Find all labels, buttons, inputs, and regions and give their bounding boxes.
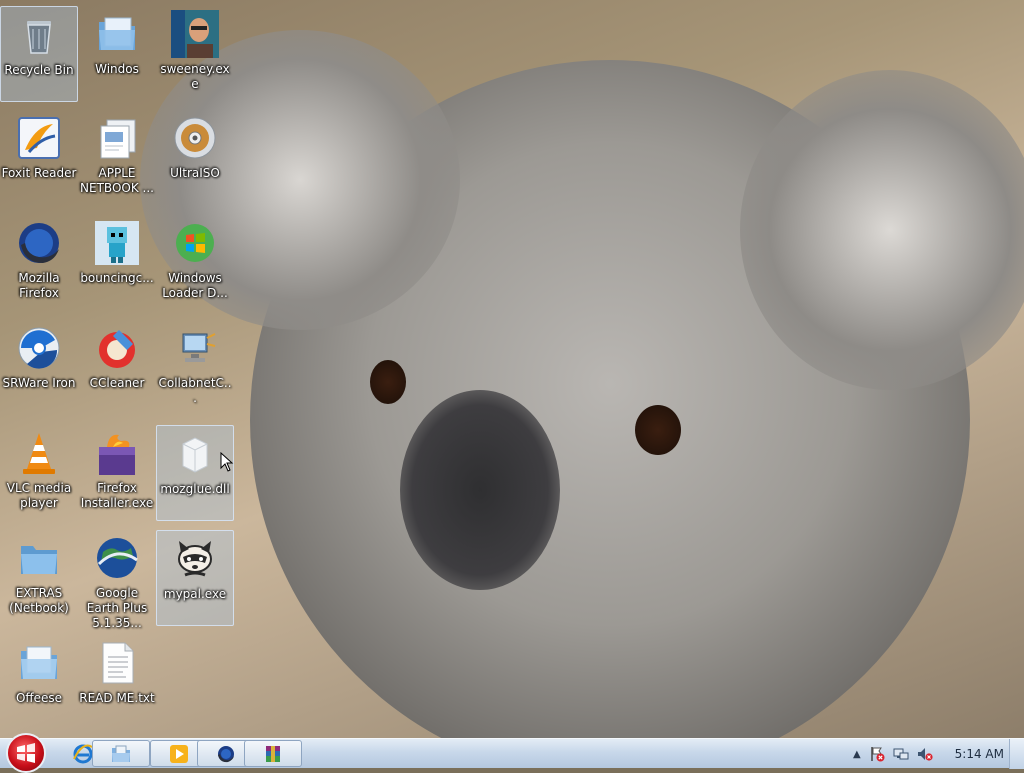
network-computer-icon xyxy=(171,324,219,372)
text-file-icon xyxy=(93,639,141,687)
desktop-icon-mozglue-dll[interactable]: mozglue.dll xyxy=(156,425,234,521)
recycle-bin-icon xyxy=(15,11,63,59)
desktop-icon-label: Offeese xyxy=(15,691,63,705)
winrar-icon xyxy=(266,745,280,762)
desktop-icon-mypal[interactable]: mypal.exe xyxy=(156,530,234,626)
desktop-icon-label: Google Earth Plus 5.1.35... xyxy=(86,586,148,630)
desktop-icon-apple-netbook[interactable]: APPLE NETBOOK ... xyxy=(78,110,156,206)
foxit-reader-icon xyxy=(15,114,63,162)
desktop-icon-label: sweeney.exe xyxy=(160,62,230,91)
desktop-icon-windows-loader[interactable]: Windows Loader D... xyxy=(156,215,234,311)
desktop-icon-label: mypal.exe xyxy=(163,587,227,601)
volume-muted-icon[interactable] xyxy=(917,746,933,762)
folder-icon xyxy=(93,10,141,58)
desktop-icon-label: mozglue.dll xyxy=(160,482,230,496)
desktop-icon-google-earth[interactable]: Google Earth Plus 5.1.35... xyxy=(78,530,156,630)
desktop-icon-extras-netbook[interactable]: EXTRAS (Netbook) xyxy=(0,530,78,626)
desktop-icon-label: APPLE NETBOOK ... xyxy=(80,166,154,195)
taskbar-explorer[interactable] xyxy=(92,740,150,767)
folder-icon xyxy=(15,534,63,582)
pixel-character-icon xyxy=(93,219,141,267)
desktop-icon-srware-iron[interactable]: SRWare Iron xyxy=(0,320,78,416)
desktop-icon-label: Windos xyxy=(95,62,139,76)
desktop-icon-firefox-installer[interactable]: Firefox Installer.exe xyxy=(78,425,156,521)
clock[interactable]: 5:14 AM xyxy=(955,747,1004,761)
explorer-folder-icon xyxy=(112,745,130,762)
desktop-icon-label: READ ME.txt xyxy=(79,691,155,705)
show-hidden-icons-icon[interactable]: ▲ xyxy=(853,749,861,760)
person-photo-icon xyxy=(171,10,219,58)
desktop-icon-vlc[interactable]: VLC media player xyxy=(0,425,78,521)
desktop-icon-label: Recycle Bin xyxy=(4,63,74,77)
desktop-icon-label: Windows Loader D... xyxy=(162,271,228,300)
desktop-icon-read-me[interactable]: READ ME.txt xyxy=(78,635,156,731)
desktop-icon-ultraiso[interactable]: UltraISO xyxy=(156,110,234,206)
document-stack-icon xyxy=(93,114,141,162)
raccoon-icon xyxy=(171,535,219,583)
internet-explorer-icon xyxy=(73,744,93,763)
desktop-icon-label: CCleaner xyxy=(89,376,145,390)
system-tray: ▲ 5:14 AM xyxy=(853,739,1018,769)
desktop-icon-foxit-reader[interactable]: Foxit Reader xyxy=(0,110,78,206)
network-icon[interactable] xyxy=(893,746,909,762)
firefox-installer-icon xyxy=(93,429,141,477)
desktop-icon-label: SRWare Iron xyxy=(2,376,76,390)
desktop-icon-label: EXTRAS (Netbook) xyxy=(9,586,69,615)
desktop-icon-windos[interactable]: Windos xyxy=(78,6,156,102)
desktop-icon-ccleaner[interactable]: CCleaner xyxy=(78,320,156,416)
taskbar: ▲ 5:14 AM xyxy=(0,733,1024,773)
desktop-icon-offeese[interactable]: Offeese xyxy=(0,635,78,731)
mouse-cursor-icon xyxy=(220,452,234,472)
vlc-cone-icon xyxy=(15,429,63,477)
desktop-icon-recycle-bin[interactable]: Recycle Bin xyxy=(0,6,78,102)
media-player-icon xyxy=(170,744,188,763)
desktop-icon-label: CollabnetC... xyxy=(158,376,232,405)
desktop-icon-sweeney[interactable]: sweeney.exe xyxy=(156,6,234,102)
desktop-icon-collabnet[interactable]: CollabnetC... xyxy=(156,320,234,416)
desktop-icon-label: Firefox Installer.exe xyxy=(80,481,154,510)
desktop-icon-label: VLC media player xyxy=(6,481,72,510)
desktop-icon-mozilla-firefox[interactable]: Mozilla Firefox xyxy=(0,215,78,311)
show-desktop-button[interactable] xyxy=(1009,739,1024,769)
disc-icon xyxy=(171,114,219,162)
action-center-flag-icon[interactable] xyxy=(869,746,885,762)
start-orb-icon[interactable] xyxy=(6,733,46,773)
firefox-icon xyxy=(218,745,234,762)
desktop-icon-label: Mozilla Firefox xyxy=(18,271,60,300)
desktop-icon-label: Foxit Reader xyxy=(1,166,77,180)
desktop-icon-label: bouncingc... xyxy=(80,271,154,285)
google-earth-icon xyxy=(93,534,141,582)
firefox-icon xyxy=(15,219,63,267)
folder-icon xyxy=(15,639,63,687)
taskbar-winrar[interactable] xyxy=(244,740,302,767)
ccleaner-icon xyxy=(93,324,141,372)
dll-file-icon xyxy=(171,430,219,478)
desktop-icon-bouncingc[interactable]: bouncingc... xyxy=(78,215,156,311)
windows-orb-icon xyxy=(171,219,219,267)
iron-browser-icon xyxy=(15,324,63,372)
desktop-icon-label: UltraISO xyxy=(170,166,220,180)
